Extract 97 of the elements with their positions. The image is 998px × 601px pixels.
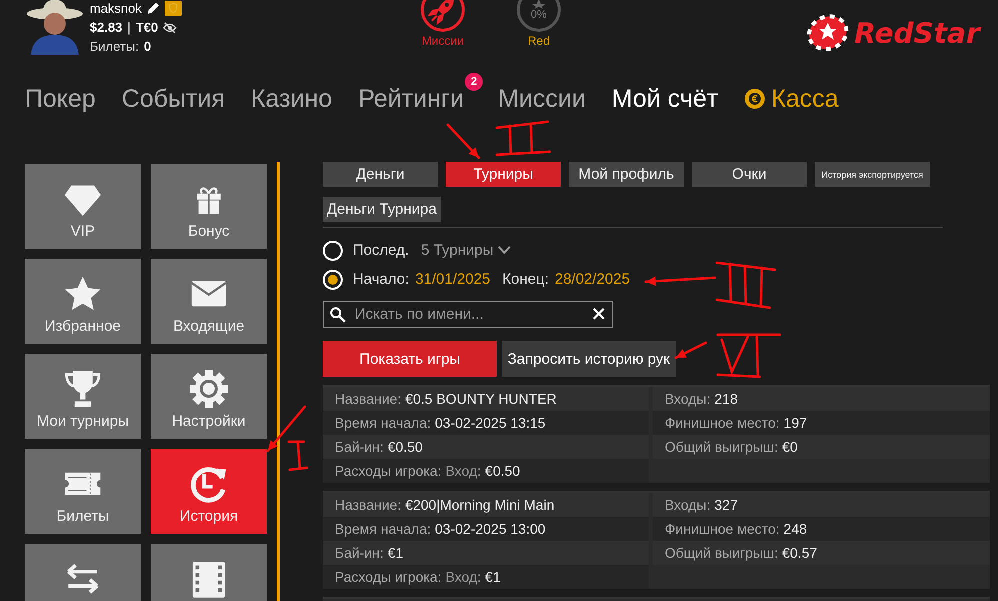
field-label: Время начала: [335,415,432,431]
field-value: €200|Morning Mini Main [405,497,555,513]
coin-icon [744,88,766,110]
field-value: 197 [784,415,808,431]
annotation-arrow [266,406,306,452]
sidebar-tile[interactable]: Мои турниры [25,354,141,439]
field-label: Название: [335,497,402,513]
field-label: Вход: [446,569,482,585]
radio-button[interactable] [323,270,343,290]
annotation-arrow [446,124,480,160]
tab[interactable]: Турниры [446,162,561,187]
film-icon [192,559,226,599]
field-label: Бай-ин: [335,439,384,455]
tickets-label: Билеты: [90,39,140,54]
request-history-button[interactable]: Запросить историю рук [502,341,676,377]
field-label: Время начала: [335,521,432,537]
close-icon[interactable] [593,308,605,320]
nav-link[interactable]: Касса [744,84,839,114]
rocket-badge[interactable] [421,0,465,32]
option-label[interactable]: Послед. [353,242,410,259]
shield-icon[interactable] [165,1,182,16]
field-value: 218 [714,391,738,407]
tab[interactable]: Деньги Турнира [323,197,441,222]
annotation-numeral-drawing [288,440,308,472]
sidebar-tile[interactable]: Избранное [25,259,141,344]
sidebar-tile[interactable]: Настройки [151,354,267,439]
field-value: 03-02-2025 13:15 [435,415,546,431]
pencil-icon[interactable] [147,2,160,15]
chevron-down-icon [498,246,511,255]
field-label: Вход: [446,463,482,479]
field-value: €1 [388,545,404,561]
nav-link[interactable]: Покер [25,84,96,114]
field-label: Финишное место: [665,415,780,431]
sidebar-tile[interactable]: Входящие [151,259,267,344]
badge-label[interactable]: Миссии [422,34,464,48]
username: maksnok [90,1,142,16]
separator-text: | [128,20,131,35]
logo-text[interactable]: RedStar [854,16,980,50]
field-label: Финишное место: [665,521,780,537]
nav-link[interactable]: Миссии [498,84,586,114]
count-dropdown[interactable]: 5 Турниры [421,242,511,259]
sidebar-tile[interactable]: Билеты [25,449,141,534]
nav-link[interactable]: Казино [251,84,332,114]
field-value: 327 [714,497,738,513]
field-label: Бай-ин: [335,545,384,561]
field-value: €0.50 [388,439,423,455]
tab[interactable]: Очки [692,162,807,187]
field-value: 248 [784,521,808,537]
avatar-silhouette [25,0,85,55]
option-label[interactable]: Начало: [353,271,410,288]
field-value: 03-02-2025 13:00 [435,521,546,537]
level-reading: 0% [531,9,547,21]
level-ring[interactable]: 0% [517,0,561,32]
tab[interactable]: Деньги [323,162,438,187]
sidebar-tile[interactable]: VIP [25,164,141,249]
annotation-numeral-drawing [716,334,782,378]
sidebar-tile[interactable]: История [151,449,267,534]
gear-icon [189,369,229,409]
annotation-numeral-drawing [496,120,552,156]
radio-button[interactable] [323,240,343,260]
annotation-numeral-drawing [716,262,776,310]
nav-link[interactable]: События [122,84,226,114]
trophy-icon [65,368,101,410]
balance-text: $2.83 [90,20,123,35]
eye-slash-icon[interactable] [163,22,178,34]
field-label: Расходы игрока: [335,463,442,479]
field-value: €0.5 BOUNTY HUNTER [405,391,557,407]
show-games-button[interactable]: Показать игры [323,341,497,377]
tickets-count: 0 [144,39,152,54]
field-value: €0 [782,439,798,455]
annotation-arrow [644,276,716,286]
field-label: Общий выигрыш: [665,439,778,455]
search-icon [330,307,346,323]
date-field[interactable]: 31/01/2025 [415,271,491,288]
option-label: Конец: [502,271,549,288]
annotation-arrow [674,342,708,360]
field-value: €1 [485,569,501,585]
search-field[interactable]: Искать по имени... [323,301,613,328]
field-label: Входы: [665,391,711,407]
star-icon [64,275,102,313]
envelope-icon [191,280,227,308]
count-badge: 2 [465,72,484,90]
sidebar-tile[interactable]: Бонус [151,164,267,249]
chip-logo-icon [806,14,849,52]
nav-link[interactable]: Мой счёт [612,84,718,114]
tournament-balance-text: T€0 [136,20,158,35]
field-label: Входы: [665,497,711,513]
tab[interactable]: История экспортируется [815,162,930,187]
date-field[interactable]: 28/02/2025 [554,271,630,288]
field-label: Название: [335,391,402,407]
star-icon [532,0,546,9]
tab[interactable]: Мой профиль [569,162,684,187]
badge-label[interactable]: Red [528,34,550,48]
field-label: Расходы игрока: [335,569,442,585]
field-value: €0.50 [485,463,520,479]
field-label: Общий выигрыш: [665,545,778,561]
field-value: €0.57 [782,545,818,561]
